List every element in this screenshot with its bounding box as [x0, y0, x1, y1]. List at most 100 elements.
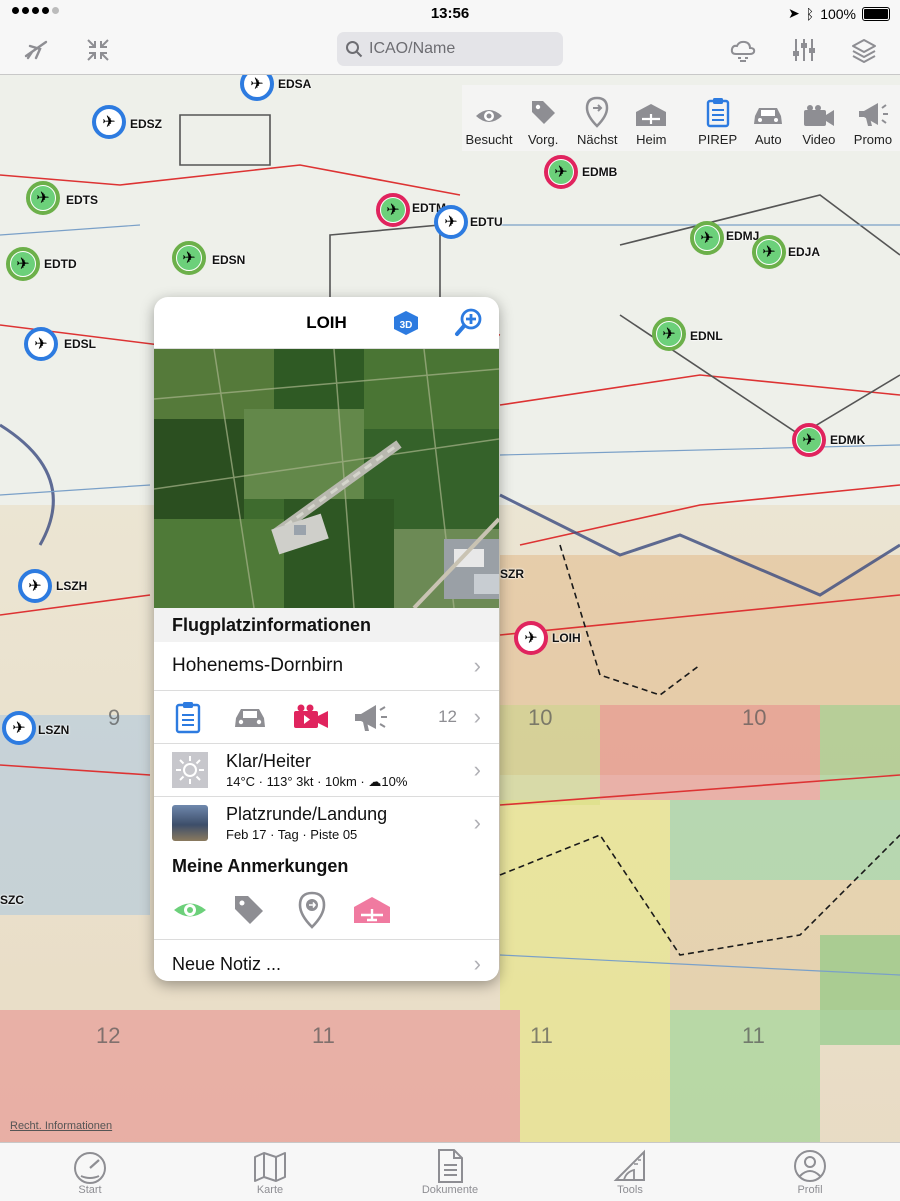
- clipboard-icon: [706, 98, 729, 128]
- max-elevation-label: 10: [742, 705, 767, 730]
- new-note-row[interactable]: Neue Notiz ... ›: [154, 940, 499, 981]
- airport-marker-edsz[interactable]: ✈: [92, 105, 126, 139]
- airport-marker-edsl[interactable]: ✈: [24, 327, 58, 361]
- quick-action-label: PIREP: [698, 132, 738, 147]
- nearest-button[interactable]: Nächst: [570, 85, 624, 151]
- legal-info-link[interactable]: Recht. Informationen: [10, 1120, 112, 1132]
- planned-button[interactable]: Vorg.: [516, 85, 570, 151]
- pirep-title: Platzrunde/Landung: [226, 804, 388, 824]
- nearest-pin-icon[interactable]: [298, 891, 326, 934]
- home-hangar-icon[interactable]: [352, 895, 392, 930]
- car-icon[interactable]: [232, 705, 268, 736]
- bluetooth-icon: ᛒ: [805, 5, 815, 22]
- person-icon: [794, 1150, 826, 1182]
- chevron-right-icon: ›: [473, 704, 481, 729]
- airport-marker-edja[interactable]: ✈: [752, 235, 786, 269]
- airport-label: EDSZ: [130, 117, 163, 131]
- quick-action-label: Video: [802, 132, 836, 147]
- airport-aerial-photo[interactable]: [154, 349, 499, 608]
- airport-marker-edmk[interactable]: ✈: [792, 423, 826, 457]
- airport-marker-ednl[interactable]: ✈: [652, 317, 686, 351]
- tab-label: Start: [78, 1184, 102, 1196]
- pirep-button[interactable]: PIREP: [691, 85, 745, 151]
- airport-marker-edsn[interactable]: ✈: [172, 241, 206, 275]
- tab-karte[interactable]: Karte: [210, 1143, 330, 1201]
- airport-marker-lszh[interactable]: ✈: [18, 569, 52, 603]
- chevron-right-icon: ›: [473, 810, 481, 835]
- airport-marker-edtd[interactable]: ✈: [6, 247, 40, 281]
- tab-label: Dokumente: [421, 1184, 479, 1196]
- popup-title: LOIH: [306, 313, 347, 332]
- promo-button[interactable]: Promo: [846, 85, 900, 151]
- airport-name-row[interactable]: Hohenems-Dornbirn ›: [154, 642, 499, 691]
- airport-marker-lszn[interactable]: ✈: [2, 711, 36, 745]
- airport-marker-edmj[interactable]: ✈: [690, 221, 724, 255]
- search-input[interactable]: ICAO/Name: [337, 32, 563, 66]
- pirep-thumbnail: [172, 805, 208, 841]
- max-elevation-label: 11: [312, 1023, 335, 1048]
- video-camera-icon: [803, 105, 834, 126]
- airport-label: EDTU: [470, 215, 503, 229]
- airport-marker-edmb[interactable]: ✈: [544, 155, 578, 189]
- max-elevation-label: 11: [742, 1023, 765, 1048]
- quick-action-label: Heim: [636, 132, 667, 147]
- airport-label: SZC: [0, 893, 24, 907]
- collapse-icon[interactable]: [84, 36, 112, 64]
- media-count: 12: [438, 707, 457, 726]
- pirep-details: Feb 17 · Tag · Piste 05: [226, 827, 358, 842]
- layers-icon[interactable]: [850, 36, 878, 64]
- airport-label: EDSN: [212, 253, 246, 267]
- airport-marker-edtm[interactable]: ✈: [376, 193, 410, 227]
- quick-action-label: Besucht: [465, 132, 513, 147]
- popup-header: LOIH 3D: [154, 297, 499, 349]
- planned-tag-icon[interactable]: [232, 893, 266, 932]
- home-button[interactable]: Heim: [624, 85, 678, 151]
- airport-label: SZR: [500, 567, 524, 581]
- max-elevation-label: 12: [96, 1023, 121, 1048]
- sliders-icon[interactable]: [790, 36, 818, 64]
- section-header-notes: Meine Anmerkungen: [154, 849, 499, 883]
- search-placeholder: ICAO/Name: [369, 40, 456, 57]
- airport-label: EDNL: [690, 329, 723, 343]
- clipboard-icon[interactable]: [174, 700, 202, 739]
- max-elevation-label: 10: [528, 705, 553, 730]
- visited-button[interactable]: Besucht: [462, 85, 516, 151]
- airport-label: EDJA: [788, 245, 821, 259]
- weather-title: Klar/Heiter: [226, 751, 312, 771]
- tab-dokumente[interactable]: Dokumente: [390, 1143, 510, 1201]
- chevron-right-icon: ›: [473, 951, 481, 976]
- airport-marker-edtu[interactable]: ✈: [434, 205, 468, 239]
- video-button[interactable]: Video: [792, 85, 846, 151]
- battery-percent: 100%: [820, 5, 856, 22]
- visited-eye-icon[interactable]: [172, 897, 208, 928]
- airport-label: EDMK: [830, 433, 866, 447]
- airport-marker-edts[interactable]: ✈: [26, 181, 60, 215]
- tab-start[interactable]: Start: [30, 1143, 150, 1201]
- car-button[interactable]: Auto: [745, 85, 792, 151]
- megaphone-icon: [858, 103, 888, 126]
- zoom-in-icon[interactable]: [454, 307, 484, 342]
- weather-row[interactable]: Klar/Heiter 14°C · 113° 3kt · 10km · ☁10…: [154, 744, 499, 797]
- airport-name: Hohenems-Dornbirn: [172, 655, 344, 676]
- megaphone-icon[interactable]: [352, 701, 390, 738]
- tab-tools[interactable]: Tools: [570, 1143, 690, 1201]
- chevron-right-icon: ›: [473, 653, 481, 678]
- ruler-icon: [613, 1149, 645, 1181]
- tab-profil[interactable]: Profil: [750, 1143, 870, 1201]
- airport-label: LSZH: [56, 579, 88, 593]
- max-elevation-label: 9: [108, 705, 121, 730]
- video-camera-icon[interactable]: [292, 703, 330, 736]
- airport-label: EDSA: [278, 77, 312, 91]
- airport-marker-loih[interactable]: ✈: [514, 621, 548, 655]
- map-icon: [254, 1152, 286, 1182]
- weather-cloud-icon[interactable]: [728, 36, 756, 64]
- airport-label: LSZN: [38, 723, 70, 737]
- quick-action-label: Promo: [853, 132, 893, 147]
- airplane-icon[interactable]: [22, 36, 50, 64]
- quick-action-label: Vorg.: [527, 132, 559, 147]
- pirep-row[interactable]: Platzrunde/Landung Feb 17 · Tag · Piste …: [154, 797, 499, 849]
- max-elevation-label: 11: [530, 1023, 553, 1048]
- media-row[interactable]: 12 ›: [154, 691, 499, 744]
- airport-label: EDTD: [44, 257, 77, 271]
- 3d-view-icon[interactable]: 3D: [392, 309, 420, 342]
